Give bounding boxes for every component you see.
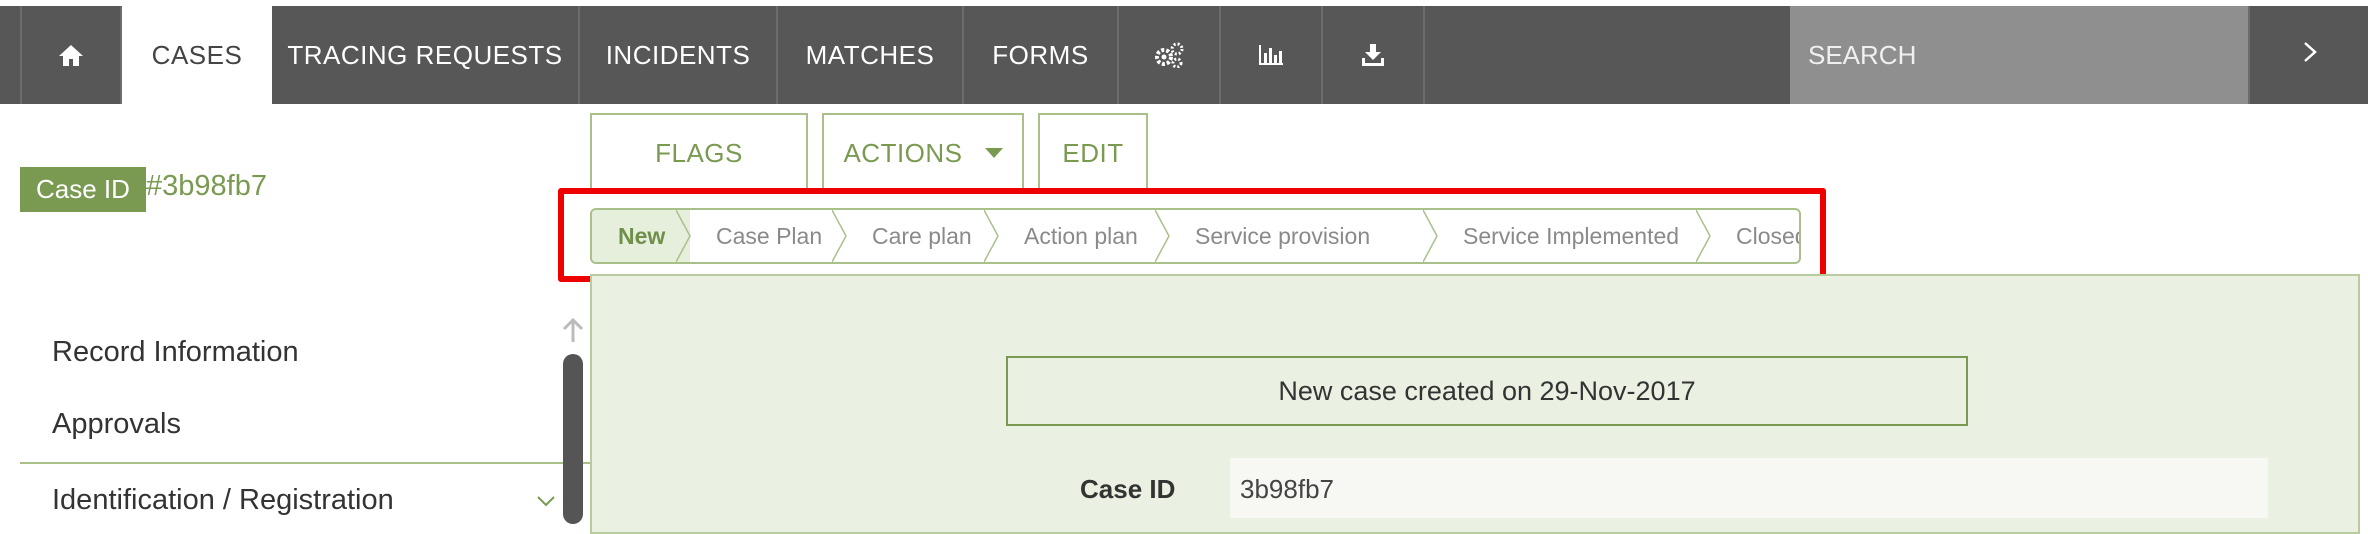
search-input[interactable]: SEARCH bbox=[1790, 6, 2250, 104]
nav-tab-cases[interactable]: CASES bbox=[122, 6, 272, 104]
sidebar-divider bbox=[20, 462, 590, 464]
nav-tab-tracing-requests[interactable]: TRACING REQUESTS bbox=[272, 6, 580, 104]
nav-home[interactable] bbox=[22, 6, 122, 104]
bar-chart-icon bbox=[1257, 43, 1285, 67]
nav-tab-label: MATCHES bbox=[805, 39, 935, 70]
flags-button[interactable]: FLAGS bbox=[590, 113, 808, 191]
nav-tab-matches[interactable]: MATCHES bbox=[778, 6, 964, 104]
chevron-down-icon[interactable] bbox=[536, 488, 556, 514]
home-icon bbox=[58, 43, 84, 67]
nav-tab-label: CASES bbox=[151, 39, 243, 70]
sidebar-item-label: Identification / Registration bbox=[52, 484, 394, 516]
caret-down-icon bbox=[984, 148, 1003, 158]
nav-tab-label: TRACING REQUESTS bbox=[287, 39, 563, 70]
case-created-text: New case created on 29-Nov-2017 bbox=[1278, 375, 1696, 406]
field-value-case-id: 3b98fb7 bbox=[1230, 458, 2268, 518]
nav-tab-label: FORMS bbox=[992, 39, 1089, 70]
flags-label: FLAGS bbox=[655, 137, 743, 168]
nav-export[interactable] bbox=[1323, 6, 1425, 104]
sidebar-item-identification-registration[interactable]: Identification / Registration bbox=[52, 484, 394, 517]
case-id-value: #3b98fb7 bbox=[146, 170, 267, 202]
field-label-case-id: Case ID bbox=[1080, 474, 1176, 504]
nav-reports[interactable] bbox=[1221, 6, 1323, 104]
edit-button[interactable]: EDIT bbox=[1038, 113, 1148, 191]
sidebar-item-approvals[interactable]: Approvals bbox=[52, 408, 181, 441]
nav-settings[interactable] bbox=[1119, 6, 1221, 104]
field-value-text: 3b98fb7 bbox=[1240, 474, 1334, 504]
sidebar-item-label: Record Information bbox=[52, 336, 299, 368]
chevron-right-icon bbox=[2302, 38, 2318, 72]
highlight-box bbox=[558, 188, 1826, 282]
top-navigation: CASES TRACING REQUESTS INCIDENTS MATCHES… bbox=[0, 6, 2368, 104]
search-placeholder: SEARCH bbox=[1808, 39, 1917, 70]
nav-edge bbox=[0, 6, 22, 104]
settings-gears-icon bbox=[1154, 42, 1184, 68]
download-icon bbox=[1360, 42, 1386, 68]
nav-tab-forms[interactable]: FORMS bbox=[964, 6, 1119, 104]
sidebar-item-label: Approvals bbox=[52, 408, 181, 440]
case-created-notice: New case created on 29-Nov-2017 bbox=[1006, 356, 1968, 426]
search-submit-button[interactable] bbox=[2252, 6, 2368, 104]
nav-tab-label: INCIDENTS bbox=[605, 39, 751, 70]
edit-label: EDIT bbox=[1062, 137, 1124, 168]
case-id-label: Case ID bbox=[20, 167, 146, 212]
actions-label: ACTIONS bbox=[843, 137, 963, 168]
nav-tab-incidents[interactable]: INCIDENTS bbox=[580, 6, 778, 104]
actions-dropdown[interactable]: ACTIONS bbox=[822, 113, 1024, 191]
sidebar-scrollbar[interactable] bbox=[563, 354, 583, 524]
sidebar-item-record-information[interactable]: Record Information bbox=[52, 336, 299, 369]
arrow-up-icon[interactable] bbox=[561, 317, 585, 344]
